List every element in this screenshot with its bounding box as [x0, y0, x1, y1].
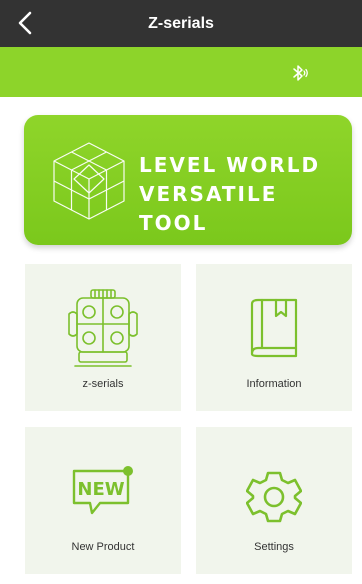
banner-slogan: LEVEL WORLD VERSATILE TOOL: [139, 151, 352, 238]
tile-label: New Product: [71, 541, 135, 553]
tile-label: z-serials: [82, 378, 124, 390]
bluetooth-button[interactable]: [286, 60, 312, 86]
tile-new-product[interactable]: NEW New Product: [25, 427, 181, 574]
level-cube-logo: [53, 142, 125, 220]
toolbar: [0, 47, 362, 97]
tile-label: Information: [246, 378, 302, 390]
tile-label: Settings: [254, 541, 294, 553]
page-title: Z-serials: [148, 15, 214, 32]
banner-line-1: LEVEL WORLD: [139, 153, 321, 177]
tile-settings[interactable]: Settings: [196, 427, 352, 574]
new-badge-text: NEW: [77, 479, 124, 500]
banner-line-2: VERSATILE TOOL: [139, 182, 278, 235]
tile-z-serials[interactable]: z-serials: [25, 264, 181, 411]
gear-icon: [246, 471, 302, 523]
bluetooth-icon: [293, 65, 308, 81]
book-icon: [250, 298, 298, 358]
laser-level-device-icon: [68, 289, 138, 367]
new-badge-icon: NEW: [72, 466, 133, 515]
tile-information[interactable]: Information: [196, 264, 352, 411]
promo-banner: LEVEL WORLD VERSATILE TOOL: [24, 115, 352, 245]
title-bar: Z-serials: [0, 0, 362, 47]
